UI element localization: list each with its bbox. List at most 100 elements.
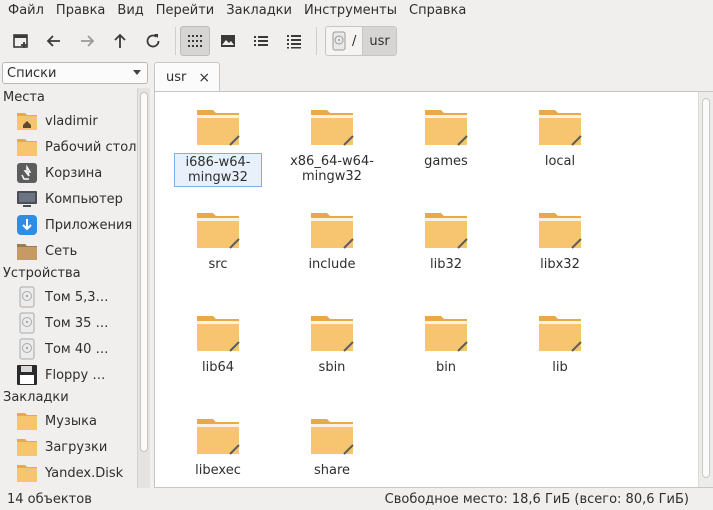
home-folder-icon bbox=[17, 113, 37, 130]
folder-icon bbox=[17, 413, 37, 430]
sidebar-item-computer[interactable]: Компьютер bbox=[0, 186, 150, 212]
reload-button[interactable] bbox=[138, 26, 168, 56]
sidebar-item-label: vladimir bbox=[45, 113, 98, 129]
sidebar-item-label: Том 35 … bbox=[45, 315, 109, 331]
file-item[interactable]: sbin bbox=[288, 314, 376, 376]
sidebar-item-trash[interactable]: Корзина bbox=[0, 160, 150, 186]
close-icon[interactable]: × bbox=[198, 70, 210, 86]
toolbar-separator bbox=[175, 27, 176, 55]
arrow-up-icon bbox=[114, 33, 126, 48]
sidebar-item-yandex-disk[interactable]: Yandex.Disk bbox=[0, 460, 150, 486]
path-root-label: / bbox=[352, 33, 357, 49]
sidebar-scrollbar-thumb[interactable] bbox=[140, 92, 148, 452]
image-icon bbox=[221, 35, 235, 47]
menu-help[interactable]: Справка bbox=[403, 0, 472, 22]
sidebar-item-floppy[interactable]: Floppy … bbox=[0, 362, 150, 388]
sidebar-item-label: Приложения bbox=[45, 217, 133, 233]
file-item[interactable]: include bbox=[288, 211, 376, 273]
thumbnail-view-button[interactable] bbox=[213, 26, 243, 56]
sidebar-item-label: Музыка bbox=[45, 413, 97, 429]
side-pane-mode-select[interactable]: Списки bbox=[2, 62, 148, 84]
drive-icon bbox=[332, 31, 346, 51]
sidebar-item-shared[interactable]: shared bbox=[0, 486, 150, 488]
up-button[interactable] bbox=[105, 26, 135, 56]
file-item-label: libx32 bbox=[540, 257, 580, 272]
file-item-label: lib64 bbox=[201, 360, 235, 375]
sidebar-item-network[interactable]: Сеть bbox=[0, 238, 150, 264]
drive-icon bbox=[19, 338, 35, 360]
tab-label: usr bbox=[166, 70, 187, 85]
sidebar-item-desktop[interactable]: Рабочий стол bbox=[0, 134, 150, 160]
file-item-label: libexec bbox=[195, 463, 241, 478]
sidebar-item-home[interactable]: vladimir bbox=[0, 108, 150, 134]
bookmarks-header: Закладки bbox=[3, 390, 69, 405]
menu-view[interactable]: Вид bbox=[111, 0, 149, 22]
file-item-label: sbin bbox=[318, 360, 346, 375]
chevron-down-icon bbox=[133, 70, 141, 75]
file-item-label: share bbox=[313, 463, 351, 478]
new-tab-icon bbox=[13, 34, 28, 48]
folder-icon bbox=[311, 316, 354, 352]
file-item[interactable]: local bbox=[516, 108, 604, 170]
sidebar-item-volume-1[interactable]: Том 5,3… bbox=[0, 284, 150, 310]
menu-go[interactable]: Перейти bbox=[150, 0, 221, 22]
folder-icon bbox=[17, 439, 37, 456]
file-item[interactable]: libexec bbox=[174, 417, 262, 479]
folder-icon bbox=[425, 316, 468, 352]
icon-view-button[interactable] bbox=[180, 26, 210, 56]
sidebar-item-applications[interactable]: Приложения bbox=[0, 212, 150, 238]
folder-icon bbox=[425, 110, 468, 146]
path-current-label: usr bbox=[369, 33, 390, 49]
folder-icon bbox=[539, 316, 582, 352]
file-view[interactable]: i686-w64-mingw32 x86_64-w64-mingw32 games l… bbox=[154, 91, 713, 488]
devices-header: Устройства bbox=[3, 266, 81, 281]
path-bar: / usr bbox=[325, 26, 397, 56]
sidebar: Места vladimir Рабочий стол Корзина Комп… bbox=[0, 88, 150, 488]
sidebar-item-downloads[interactable]: Загрузки bbox=[0, 434, 150, 460]
file-item[interactable]: share bbox=[288, 417, 376, 479]
detailed-view-button[interactable] bbox=[279, 26, 309, 56]
compact-view-button[interactable] bbox=[246, 26, 276, 56]
file-view-scrollbar-thumb[interactable] bbox=[702, 98, 710, 478]
file-item[interactable]: x86_64-w64-mingw32 bbox=[288, 108, 376, 185]
file-item[interactable]: lib32 bbox=[402, 211, 490, 273]
path-root-button[interactable]: / bbox=[326, 27, 364, 55]
sidebar-item-label: Yandex.Disk bbox=[45, 465, 124, 481]
menu-bookmarks[interactable]: Закладки bbox=[220, 0, 298, 22]
new-tab-button[interactable] bbox=[6, 26, 36, 56]
sidebar-item-volume-3[interactable]: Том 40 … bbox=[0, 336, 150, 362]
file-item[interactable]: libx32 bbox=[516, 211, 604, 273]
item-count: 14 объектов bbox=[7, 492, 92, 507]
menu-file[interactable]: Файл bbox=[0, 0, 50, 22]
sidebar-scrollbar[interactable] bbox=[137, 88, 150, 488]
file-item[interactable]: i686-w64-mingw32 bbox=[174, 108, 262, 187]
menu-tools[interactable]: Инструменты bbox=[298, 0, 403, 22]
tab-usr[interactable]: usr × bbox=[154, 62, 220, 92]
desktop-folder-icon bbox=[17, 139, 37, 156]
folder-icon bbox=[311, 110, 354, 146]
back-button[interactable] bbox=[39, 26, 69, 56]
sidebar-item-volume-2[interactable]: Том 35 … bbox=[0, 310, 150, 336]
sidebar-item-label: Корзина bbox=[45, 165, 103, 181]
file-item[interactable]: lib64 bbox=[174, 314, 262, 376]
file-view-scrollbar[interactable] bbox=[698, 92, 713, 487]
menu-edit[interactable]: Правка bbox=[50, 0, 111, 22]
file-item[interactable]: games bbox=[402, 108, 490, 170]
list-icon bbox=[254, 36, 268, 46]
sidebar-item-label: Сеть bbox=[45, 243, 78, 259]
tab-strip: usr × bbox=[154, 62, 713, 92]
sidebar-item-label: Floppy … bbox=[45, 367, 106, 383]
sidebar-item-label: Том 5,3… bbox=[45, 289, 109, 305]
forward-button[interactable] bbox=[72, 26, 102, 56]
file-item[interactable]: bin bbox=[402, 314, 490, 376]
detailed-list-icon bbox=[287, 35, 301, 49]
file-item[interactable]: src bbox=[174, 211, 262, 273]
drive-icon bbox=[19, 312, 35, 334]
sidebar-item-music[interactable]: Музыка bbox=[0, 408, 150, 434]
folder-icon bbox=[311, 213, 354, 249]
folder-icon bbox=[197, 110, 240, 146]
toolbar: / usr bbox=[0, 22, 713, 60]
file-item-label: src bbox=[208, 257, 228, 272]
path-current-button[interactable]: usr bbox=[363, 27, 396, 55]
file-item[interactable]: lib bbox=[516, 314, 604, 376]
